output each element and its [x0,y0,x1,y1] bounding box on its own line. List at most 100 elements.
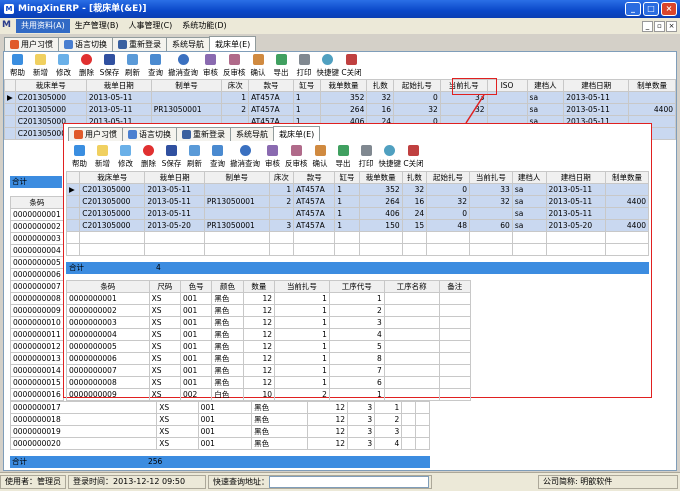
table-row[interactable]: 0000000017 XS 001 黑色 12 3 1 [9,401,430,414]
col-header[interactable]: 制单数量 [605,171,649,184]
inset-tab-navigation[interactable]: 系统导航 [230,127,274,141]
col-header[interactable]: 制单数量 [628,79,676,92]
col-header[interactable]: 条码 [66,280,150,293]
table-row[interactable]: 0000000007 XS 001 黑色 12 1 7 [66,364,472,377]
inset-help-button[interactable]: 帮助 [68,145,91,169]
col-header[interactable]: 扎数 [401,171,428,184]
col-header[interactable]: 建档日期 [563,79,630,92]
delete-button[interactable]: 删除 [75,54,98,78]
table-row[interactable]: ▶ C201305000 2013-05-11 1 AT457A 1 352 32 0 33 sa 2… [65,183,649,196]
col-header[interactable]: 缸号 [334,171,360,184]
close-icon[interactable]: × [661,2,677,16]
col-header[interactable]: 色号 [179,280,213,293]
inset-print-button[interactable]: 打印 [355,145,378,169]
col-header[interactable]: 栽单数量 [358,171,403,184]
table-row[interactable]: 0000000006 [10,268,64,281]
table-row[interactable]: 0000000005 [10,256,64,269]
inset-tab-cutting-order[interactable]: 栽床单(E) [273,126,321,141]
col-header[interactable]: 工序名称 [383,280,440,293]
table-row[interactable]: 0000000004 XS 001 黑色 12 1 4 [66,328,472,341]
cancel-query-button[interactable]: 撤消查询 [167,54,199,78]
table-row[interactable]: 0000000003 [10,232,64,245]
col-header[interactable]: 栽单日期 [85,79,152,92]
col-header[interactable]: 扎数 [366,79,395,92]
table-row[interactable]: 0000000008 XS 001 黑色 12 1 6 [66,376,472,389]
inset-refresh-button[interactable]: 刷新 [183,145,206,169]
col-header[interactable]: 数量 [242,280,276,293]
col-header[interactable]: 款号 [293,171,336,184]
help-button[interactable]: 帮助 [6,54,29,78]
inset-shortcut-button[interactable]: 快捷键 [378,145,403,169]
table-row[interactable]: 0000000004 [10,244,64,257]
col-header[interactable]: 尺码 [148,280,181,293]
table-row[interactable]: 0000000015 [10,376,64,389]
table-row[interactable]: 0000000002 XS 001 黑色 12 1 2 [66,304,472,317]
menu-common[interactable]: 共用资料(A) [16,19,70,33]
shortcut-button[interactable]: 快捷键 [316,54,341,78]
minimize-icon[interactable]: _ [625,2,641,16]
export-button[interactable]: 导出 [270,54,293,78]
inset-confirm-button[interactable]: 确认 [309,145,332,169]
col-header[interactable]: 颜色 [211,280,244,293]
inset-query-button[interactable]: 查询 [206,145,229,169]
tab-cutting-order[interactable]: 栽床单(E) [209,36,257,51]
col-header[interactable]: 栽床单号 [14,79,87,92]
table-row[interactable]: C201305000 2013-05-11 AT457A 1 406 24 0 sa 2013-… [65,207,649,220]
col-header[interactable]: 缸号 [292,79,321,92]
inset-tab-language[interactable]: 语言切换 [122,127,177,141]
col-header[interactable]: 建档人 [511,171,547,184]
inset-save-button[interactable]: S保存 [160,145,183,169]
table-row[interactable]: 0000000010 [10,316,64,329]
table-row[interactable]: 0000000009 XS 002 白色 10 2 1 [66,388,472,401]
col-header[interactable]: 当前扎号 [274,280,330,293]
table-row[interactable]: 0000000013 [10,352,64,365]
table-row[interactable]: C201305000 2013-05-11 PR13050001 2 AT457A 1 26… [4,103,676,116]
save-button[interactable]: S保存 [98,54,121,78]
print-button[interactable]: 打印 [293,54,316,78]
table-row[interactable]: 0000000001 [10,208,64,221]
inset-delete-button[interactable]: 删除 [137,145,160,169]
table-row[interactable]: C201305000 2013-05-20 PR13050001 3 AT457A 1 15… [65,219,649,232]
mdi-restore-icon[interactable]: ▫ [654,20,665,32]
table-row[interactable]: 0000000019 XS 001 黑色 12 3 3 [9,425,430,438]
table-row[interactable]: 0000000016 [10,388,64,401]
add-button[interactable]: 新增 [29,54,52,78]
inset-tab-user-habit[interactable]: 用户习惯 [68,127,123,141]
table-row[interactable]: 0000000020 XS 001 黑色 12 3 4 [9,437,430,450]
table-row[interactable]: 0000000003 XS 001 黑色 12 1 3 [66,316,472,329]
table-row[interactable]: 0000000007 [10,280,64,293]
table-row[interactable]: 0000000008 [10,292,64,305]
table-row[interactable]: 0000000002 [10,220,64,233]
tab-language[interactable]: 语言切换 [58,37,113,51]
col-header[interactable]: 制单号 [203,171,270,184]
unaudit-button[interactable]: 反审核 [222,54,247,78]
col-header[interactable]: 栽床单号 [79,171,146,184]
confirm-button[interactable]: 确认 [247,54,270,78]
table-row[interactable]: 0000000005 XS 001 黑色 12 1 5 [66,340,472,353]
table-row[interactable]: 0000000014 [10,364,64,377]
close-button[interactable]: C关闭 [340,54,363,78]
table-row[interactable]: 0000000009 [10,304,64,317]
col-header[interactable]: 床次 [268,171,295,184]
table-row[interactable]: 0000000011 [10,328,64,341]
inset-unaudit-button[interactable]: 反审核 [284,145,309,169]
table-row[interactable]: ▶ C201305000 2013-05-11 1 AT457A 1 352 32 0 33 sa… [4,91,676,104]
menu-production[interactable]: 生产管理(B) [70,19,124,33]
tab-relogin[interactable]: 重新登录 [112,37,167,51]
inset-export-button[interactable]: 导出 [332,145,355,169]
col-header[interactable]: 起始扎号 [393,79,441,92]
menu-hr[interactable]: 人事管理(C) [123,19,177,33]
col-header[interactable]: 床次 [221,79,250,92]
table-row[interactable]: 0000000001 XS 001 黑色 12 1 1 [66,292,472,305]
mdi-close-icon[interactable]: × [666,20,677,32]
col-header[interactable]: 当前扎号 [468,171,513,184]
maximize-icon[interactable]: □ [643,2,659,16]
table-row[interactable]: 0000000012 [10,340,64,353]
col-header[interactable]: 起始扎号 [426,171,470,184]
inset-audit-button[interactable]: 审核 [261,145,284,169]
col-header[interactable]: 工序代号 [328,280,385,293]
col-header[interactable]: 栽单数量 [319,79,368,92]
col-header[interactable]: 建档日期 [545,171,607,184]
table-row[interactable]: 0000000006 XS 001 黑色 12 1 8 [66,352,472,365]
col-header[interactable]: 款号 [248,79,294,92]
